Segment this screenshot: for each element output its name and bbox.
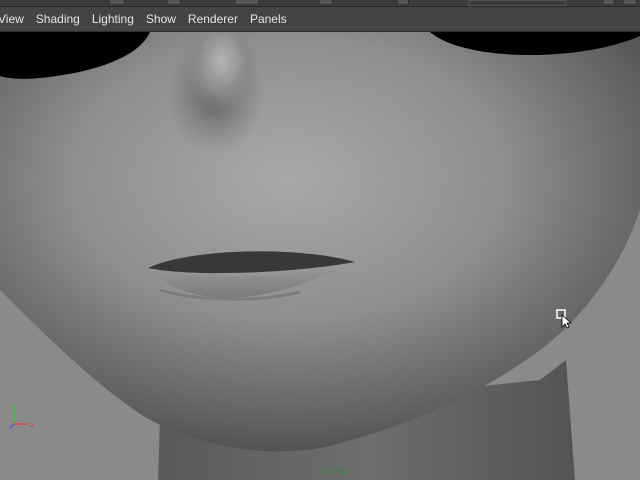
axis-y-label: y bbox=[12, 404, 17, 410]
maya-app-window: View Shading Lighting Show Renderer Pane… bbox=[0, 0, 640, 480]
menu-show[interactable]: Show bbox=[140, 7, 182, 31]
axis-gizmo-icon: x y bbox=[8, 404, 38, 462]
toolbar-field[interactable] bbox=[468, 0, 566, 6]
toolbar-button[interactable] bbox=[320, 0, 333, 4]
toolbar-button[interactable] bbox=[624, 0, 637, 4]
3d-viewport[interactable]: x y persp bbox=[0, 32, 640, 480]
toolbar-button[interactable] bbox=[398, 0, 409, 4]
menu-renderer[interactable]: Renderer bbox=[182, 7, 244, 31]
toolbar-button[interactable] bbox=[168, 0, 181, 4]
menu-view[interactable]: View bbox=[0, 7, 30, 31]
menu-shading[interactable]: Shading bbox=[30, 7, 86, 31]
cursor-icon bbox=[556, 309, 572, 361]
toolbar-button[interactable] bbox=[604, 0, 615, 4]
menu-lighting[interactable]: Lighting bbox=[86, 7, 140, 31]
panel-menubar: View Shading Lighting Show Renderer Pane… bbox=[0, 7, 640, 32]
status-toolbar bbox=[0, 0, 640, 7]
toolbar-button[interactable] bbox=[110, 0, 125, 4]
axis-x-label: x bbox=[30, 420, 35, 429]
axis-z-line bbox=[9, 423, 15, 429]
menu-panels[interactable]: Panels bbox=[244, 7, 293, 31]
camera-label: persp bbox=[320, 466, 349, 477]
toolbar-button[interactable] bbox=[236, 0, 259, 4]
viewport-scene bbox=[0, 32, 640, 480]
